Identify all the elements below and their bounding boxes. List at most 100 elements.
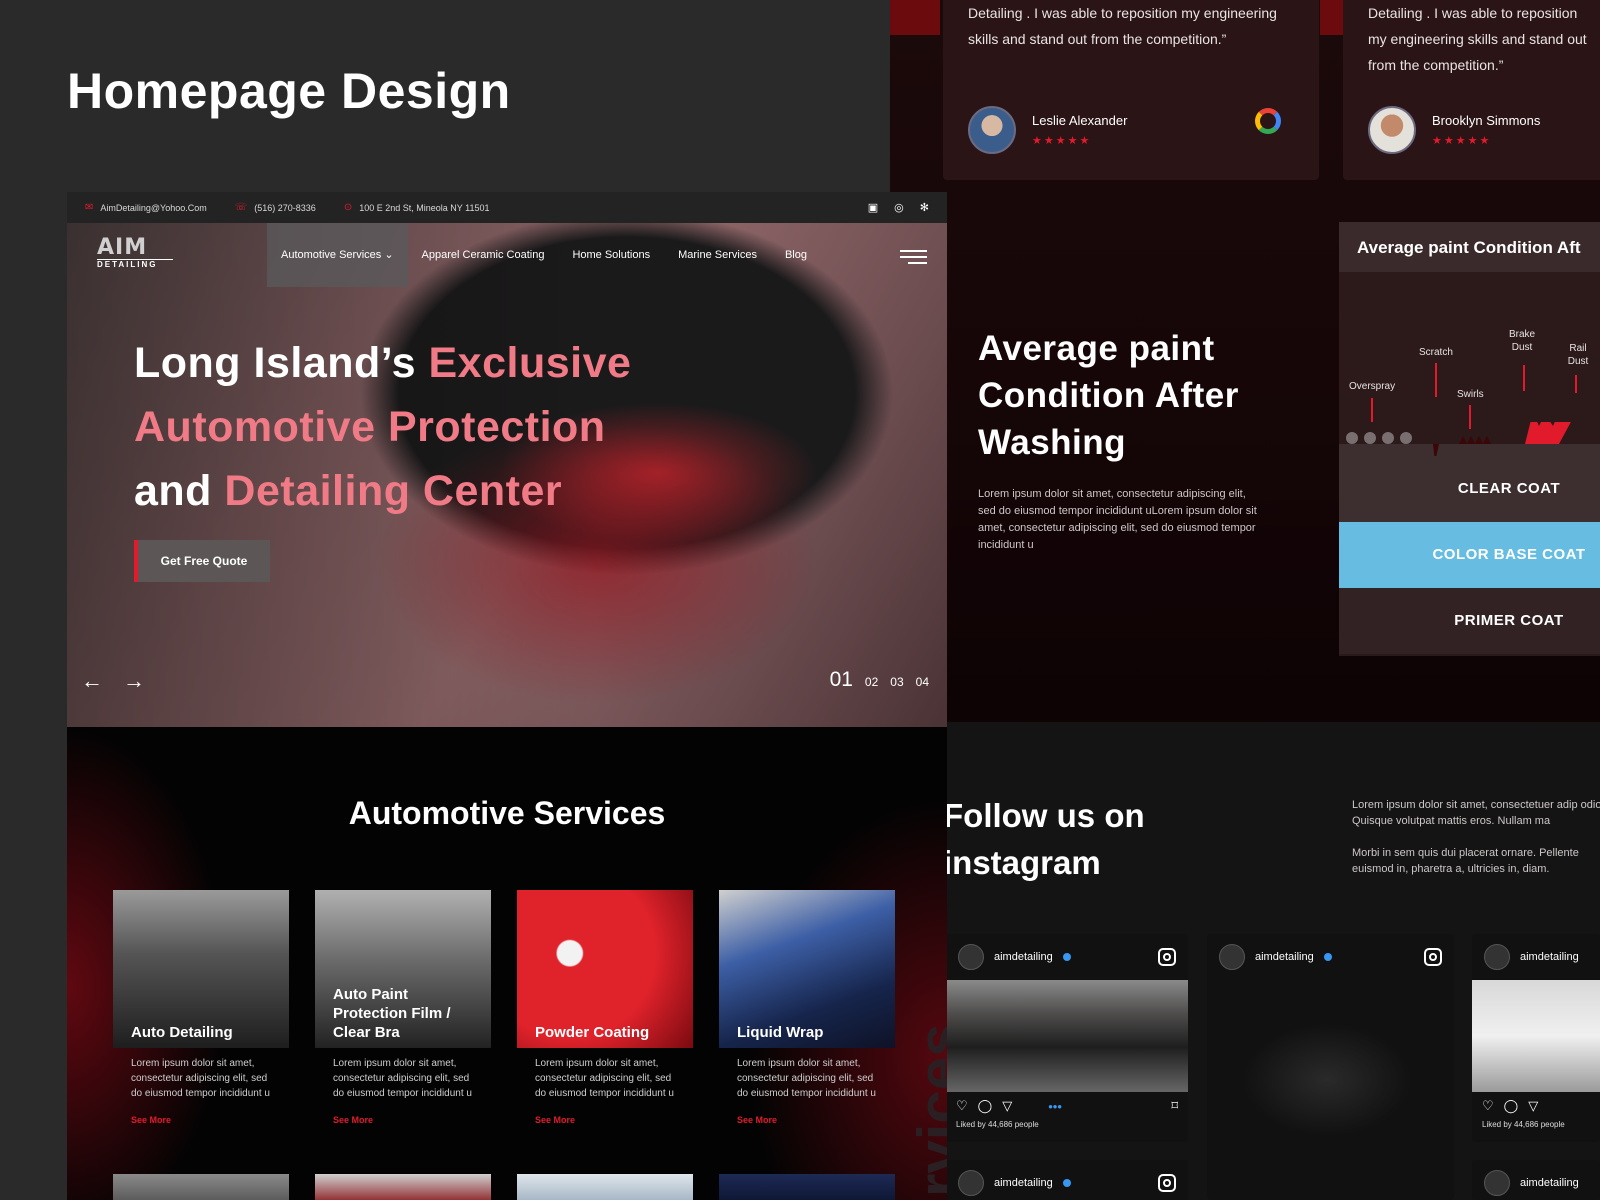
service-thumbnail[interactable] — [517, 1174, 693, 1200]
contact-email[interactable]: ✉ AimDetailing@Yohoo.Com — [85, 202, 207, 213]
service-image: Auto Paint Protection Film / Clear Bra — [315, 890, 491, 1048]
homepage-mockup: ✉ AimDetailing@Yohoo.Com ☏ (516) 270-8336 … — [67, 192, 947, 1200]
service-thumbnail[interactable] — [719, 1174, 895, 1200]
indicator-line — [1575, 375, 1577, 393]
post-likes: Liked by 44,686 people — [1482, 1120, 1565, 1129]
instagram-icon[interactable] — [1158, 1174, 1176, 1192]
see-more-link[interactable]: See More — [315, 1101, 491, 1125]
mail-icon: ✉ — [85, 202, 94, 213]
instagram-post[interactable]: aimdetailing — [946, 1160, 1188, 1200]
arrow-right-icon[interactable]: → — [123, 668, 145, 694]
testimonial-quote: Detailing . I was able to reposition my … — [1368, 5, 1587, 73]
slide-indicator[interactable]: 03 — [890, 675, 903, 689]
indicator-line — [1523, 365, 1525, 391]
hero-headline: Long Island’s Exclusive Automotive Prote… — [134, 331, 631, 523]
headline-text: and — [134, 467, 225, 515]
post-handle: aimdetailing — [1520, 951, 1579, 963]
slide-indicator[interactable]: 04 — [916, 675, 929, 689]
service-thumbnail[interactable] — [113, 1174, 289, 1200]
instagram-post[interactable]: aimdetailing — [1472, 1160, 1600, 1200]
nav-label: Automotive Services — [281, 249, 382, 261]
heart-icon[interactable]: ♡ — [1482, 1098, 1494, 1114]
see-more-link[interactable]: See More — [517, 1101, 693, 1125]
service-thumbnail[interactable] — [315, 1174, 491, 1200]
post-handle: aimdetailing — [994, 1177, 1053, 1189]
contact-address[interactable]: ⊙ 100 E 2nd St, Mineola NY 11501 — [344, 202, 490, 213]
verified-icon — [1062, 1179, 1071, 1187]
post-header: aimdetailing — [1472, 934, 1600, 980]
yelp-icon[interactable]: ✻ — [920, 201, 929, 214]
share-icon[interactable]: ▽ — [1002, 1098, 1012, 1114]
social-links: ▣ ◎ ✻ — [868, 201, 929, 214]
service-description: Lorem ipsum dolor sit amet, consectetur … — [131, 1058, 270, 1099]
logo-mark: AIM — [97, 235, 148, 260]
main-nav: AIM DETAILING Automotive Services ⌄ Appa… — [67, 223, 947, 287]
label-brake-dust: Brake Dust — [1508, 329, 1536, 353]
email-text: AimDetailing@Yohoo.Com — [100, 202, 207, 213]
service-image: Powder Coating — [517, 890, 693, 1048]
page-title: Homepage Design — [67, 63, 511, 119]
layer-primer-coat: PRIMER COAT — [1339, 588, 1600, 654]
avatar — [968, 106, 1016, 154]
location-pin-icon: ⊙ — [343, 202, 353, 213]
get-free-quote-button[interactable]: Get Free Quote — [134, 540, 270, 582]
post-image[interactable] — [1207, 980, 1454, 1200]
service-image: Auto Detailing — [113, 890, 289, 1048]
bookmark-icon[interactable]: ⌑ — [1171, 1098, 1178, 1114]
service-card[interactable]: Powder Coating Lorem ipsum dolor sit ame… — [517, 890, 693, 1125]
service-card[interactable]: Auto Paint Protection Film / Clear Bra L… — [315, 890, 491, 1125]
instagram-post[interactable]: aimdetailing ♡ ◯ ▽ Liked by 44,686 peopl… — [1472, 934, 1600, 1142]
testimonial-card: Detailing . I was able to reposition my … — [1343, 0, 1600, 180]
slide-indicator-active[interactable]: 01 — [830, 668, 853, 692]
nav-item-apparel-ceramic-coating[interactable]: Apparel Ceramic Coating — [408, 223, 559, 287]
instagram-post[interactable]: aimdetailing — [1207, 934, 1454, 1200]
hero-banner: AIM DETAILING Automotive Services ⌄ Appa… — [67, 223, 947, 727]
service-name: Auto Paint Protection Film / Clear Bra — [333, 986, 451, 1041]
post-handle: aimdetailing — [1520, 1177, 1579, 1189]
site-logo[interactable]: AIM DETAILING — [97, 237, 173, 269]
menu-icon[interactable] — [900, 250, 927, 268]
service-card[interactable]: Liquid Wrap Lorem ipsum dolor sit amet, … — [719, 890, 895, 1125]
paint-layer-diagram: Average paint Condition Aft Overspray Sc… — [1339, 222, 1600, 656]
instagram-desc-paragraph: Morbi in sem quis dui placerat ornare. P… — [1352, 847, 1579, 875]
nav-item-marine-services[interactable]: Marine Services — [664, 223, 771, 287]
facebook-icon[interactable]: ▣ — [868, 201, 878, 214]
post-header: aimdetailing — [1472, 1160, 1600, 1200]
post-image[interactable] — [946, 980, 1188, 1092]
service-name: Powder Coating — [535, 1024, 650, 1041]
see-more-link[interactable]: See More — [113, 1101, 289, 1125]
label-rail-dust: Rail Dust — [1567, 343, 1589, 367]
nav-links: Automotive Services ⌄ Apparel Ceramic Co… — [267, 223, 821, 287]
see-more-link[interactable]: See More — [719, 1101, 895, 1125]
more-icon[interactable]: ••• — [1048, 1099, 1062, 1114]
slide-indicator[interactable]: 02 — [865, 675, 878, 689]
post-image[interactable] — [1472, 980, 1600, 1092]
avatar — [1484, 1170, 1510, 1196]
diagram-header: Average paint Condition Aft — [1339, 222, 1600, 272]
avatar — [1484, 944, 1510, 970]
service-name: Auto Detailing — [131, 1024, 233, 1041]
instagram-title: Follow us on instagram — [943, 797, 1145, 881]
slide-pager: 01 02 03 04 — [830, 668, 929, 692]
address-text: 100 E 2nd St, Mineola NY 11501 — [359, 202, 490, 213]
post-header: aimdetailing — [1207, 934, 1454, 980]
instagram-icon[interactable] — [1424, 948, 1442, 966]
arrow-left-icon[interactable]: ← — [81, 668, 103, 694]
heart-icon[interactable]: ♡ — [956, 1098, 968, 1114]
instagram-icon[interactable]: ◎ — [894, 201, 904, 214]
nav-item-blog[interactable]: Blog — [771, 223, 821, 287]
contact-topbar: ✉ AimDetailing@Yohoo.Com ☏ (516) 270-8336 … — [67, 192, 947, 223]
service-card[interactable]: Auto Detailing Lorem ipsum dolor sit ame… — [113, 890, 289, 1125]
comment-icon[interactable]: ◯ — [978, 1098, 993, 1114]
paint-section-title: Average paint Condition After Washing — [978, 329, 1239, 462]
chevron-down-icon: ⌄ — [384, 249, 394, 261]
share-icon[interactable]: ▽ — [1528, 1098, 1538, 1114]
comment-icon[interactable]: ◯ — [1504, 1098, 1519, 1114]
nav-item-automotive-services[interactable]: Automotive Services ⌄ — [267, 223, 408, 287]
nav-item-home-solutions[interactable]: Home Solutions — [558, 223, 664, 287]
instagram-post[interactable]: aimdetailing ♡ ◯ ▽ ••• ⌑ Liked by 44,686… — [946, 934, 1188, 1142]
contact-phone[interactable]: ☏ (516) 270-8336 — [235, 202, 316, 213]
avatar — [958, 944, 984, 970]
testimonial-card: Detailing . I was able to reposition my … — [943, 0, 1319, 180]
instagram-icon[interactable] — [1158, 948, 1176, 966]
